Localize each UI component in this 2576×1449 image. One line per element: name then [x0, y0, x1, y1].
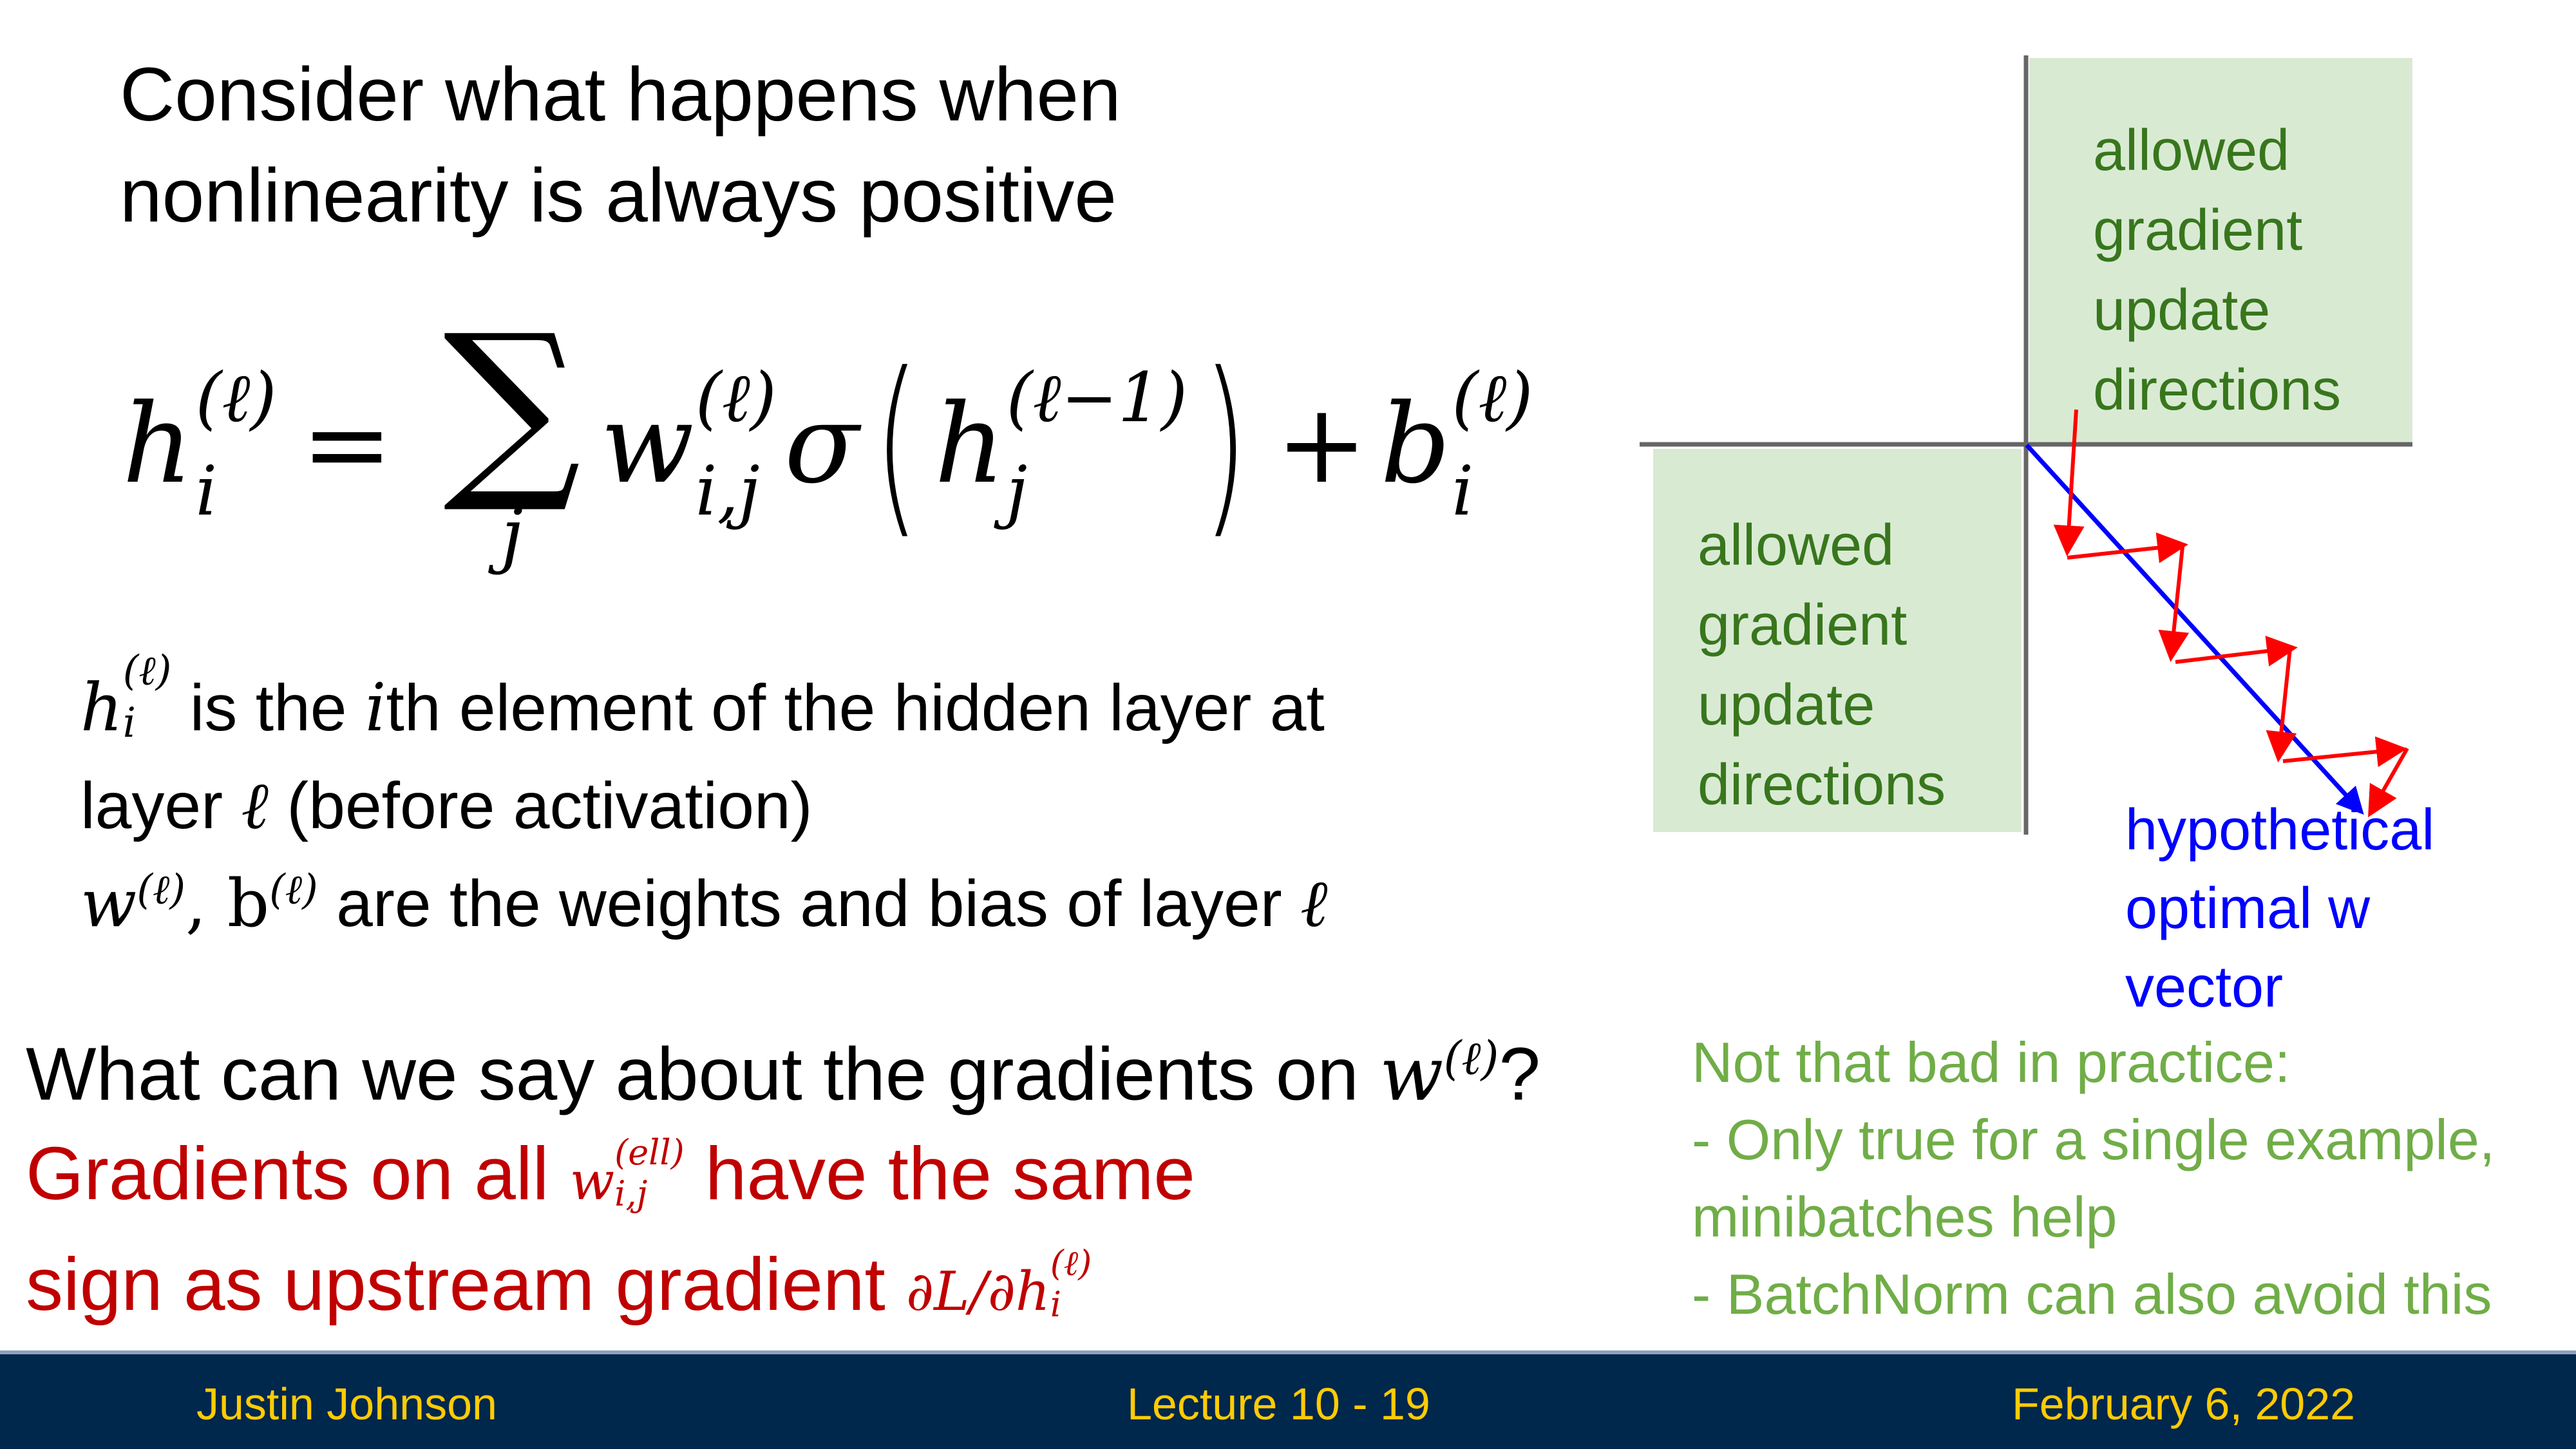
footer-date: February 6, 2022 — [2012, 1379, 2356, 1429]
gradient-step-6 — [2282, 736, 2407, 768]
optimal-vector-label: hypothetical optimal w vector — [2125, 798, 2435, 1019]
top-right-region-label: allowed gradient update directions — [2093, 118, 2342, 422]
practice-note-line: minibatches help — [1692, 1185, 2117, 1249]
slide-footer: Justin Johnson Lecture 10 - 19 February … — [0, 1350, 2576, 1449]
gradient-step-4 — [2175, 636, 2298, 667]
practice-note-line: - Only true for a single example, — [1692, 1108, 2496, 1171]
bottom-left-region-label: allowed gradient update directions — [1698, 513, 1946, 817]
gradient-step-arrows — [2053, 409, 2409, 818]
practice-note: Not that bad in practice: - Only true fo… — [1692, 1024, 2495, 1333]
gradient-step-5 — [2266, 648, 2297, 762]
footer-author: Justin Johnson — [196, 1379, 497, 1429]
footer-lecture: Lecture 10 - 19 — [1127, 1379, 1430, 1429]
practice-note-heading: Not that bad in practice: — [1692, 1030, 2291, 1094]
practice-note-line: - BatchNorm can also avoid this — [1692, 1262, 2492, 1326]
